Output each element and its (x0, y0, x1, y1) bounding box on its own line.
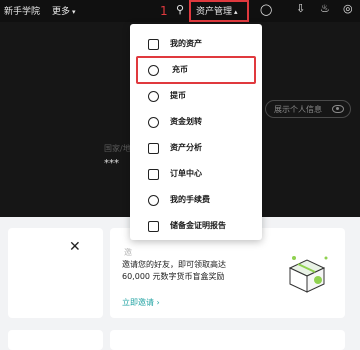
transfer-icon (148, 117, 159, 128)
user-icon[interactable]: ◯ (260, 3, 272, 16)
fee-icon (148, 195, 159, 206)
menu-item-reserve-report[interactable]: 储备金证明报告 (138, 216, 255, 236)
menu-item-withdraw[interactable]: 提币 (138, 86, 255, 106)
gift-box-illustration (288, 256, 328, 293)
invite-text-line1: 邀请您的好友，即可领取高达 (122, 260, 226, 269)
globe-icon[interactable]: ◎ (343, 2, 353, 15)
nav-asset-management[interactable]: 资产管理 ▴ (196, 4, 238, 17)
menu-item-my-assets[interactable]: 我的资产 (138, 34, 255, 54)
nav-more[interactable]: 更多 ▾ (52, 4, 76, 17)
show-personal-info-button[interactable]: 展示个人信息 (265, 100, 351, 118)
menu-item-deposit[interactable]: 充币 (136, 56, 256, 84)
withdraw-icon (148, 91, 159, 102)
chevron-up-icon: ▴ (234, 8, 238, 16)
menu-item-fees[interactable]: 我的手续费 (138, 190, 255, 210)
analysis-icon (148, 143, 159, 154)
chevron-down-icon: ▾ (72, 8, 76, 16)
eye-icon (332, 105, 344, 113)
top-nav-bar: 新手学院 更多 ▾ ⚲ 资产管理 ▴ ◯ ⇩ ♨ ◎ (0, 0, 360, 22)
bottom-card-right (110, 330, 345, 350)
invite-text-line2: 60,000 元数字货币盲盒奖励 (122, 272, 225, 281)
asset-management-dropdown: 我的资产 充币 提币 资金划转 资产分析 订单中心 我的手续费 储备金证明报告 (130, 24, 262, 240)
bell-icon[interactable]: ♨ (320, 2, 330, 15)
annotation-1: 1 (160, 4, 168, 18)
bottom-card-left (8, 330, 103, 350)
country-label: 国家/地 (104, 144, 131, 153)
invite-title: 邀 (124, 248, 132, 257)
close-icon[interactable]: ✕ (69, 239, 81, 255)
left-card (8, 228, 103, 318)
order-icon (148, 169, 159, 180)
wallet-icon (148, 39, 159, 50)
deposit-icon (148, 65, 159, 76)
menu-item-transfer[interactable]: 资金划转 (138, 112, 255, 132)
search-icon[interactable]: ⚲ (176, 3, 184, 16)
masked-value: *** (104, 158, 119, 169)
report-icon (148, 221, 159, 232)
menu-item-analysis[interactable]: 资产分析 (138, 138, 255, 158)
nav-beginner-academy[interactable]: 新手学院 (4, 4, 40, 17)
download-icon[interactable]: ⇩ (296, 2, 305, 15)
menu-item-orders[interactable]: 订单中心 (138, 164, 255, 184)
invite-now-link[interactable]: 立即邀请 › (122, 297, 160, 308)
